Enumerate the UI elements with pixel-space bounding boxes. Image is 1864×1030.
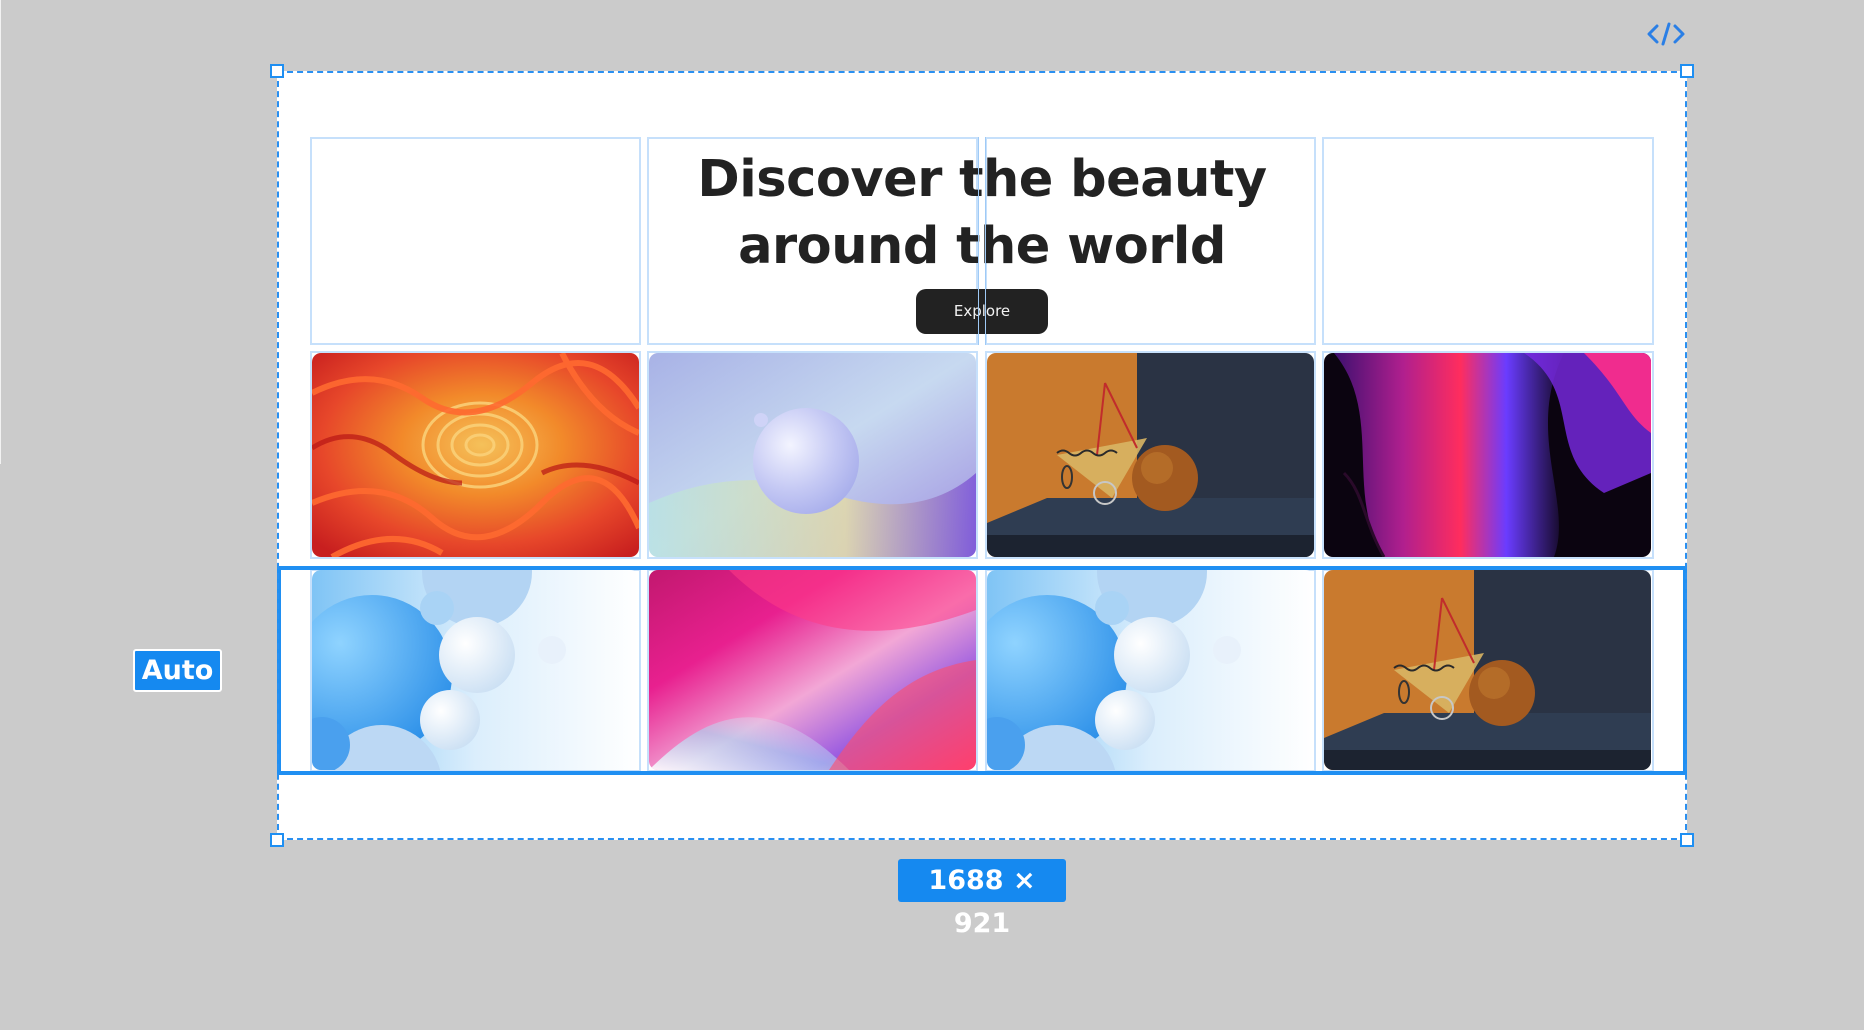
column-guide-line xyxy=(985,137,986,345)
hero-title-line-1: Discover the beauty xyxy=(697,150,1267,209)
hero-title-line-2: around the world xyxy=(738,217,1226,276)
gallery-image-pastel-spheres[interactable] xyxy=(649,353,976,557)
resize-handle-top-left[interactable] xyxy=(270,64,284,78)
column-guide-line xyxy=(978,137,979,345)
grid-cell-header-4 xyxy=(1322,137,1654,345)
frame-size-badge: 1688 × 921 xyxy=(898,859,1066,939)
gallery-image-blue-bubbles[interactable] xyxy=(987,570,1314,770)
gallery-image-3d-scene[interactable] xyxy=(987,353,1314,557)
gallery-image-3d-scene[interactable] xyxy=(1324,570,1651,770)
resize-handle-bottom-right[interactable] xyxy=(1680,833,1694,847)
resize-handle-bottom-left[interactable] xyxy=(270,833,284,847)
gallery-image-neon-shapes[interactable] xyxy=(1324,353,1651,557)
canvas-edge-line xyxy=(0,0,1,464)
resize-handle-top-right[interactable] xyxy=(1680,64,1694,78)
gallery-image-pink-gradient[interactable] xyxy=(649,570,976,770)
grid-cell-header-1 xyxy=(310,137,641,345)
gallery-image-orange-swirl[interactable] xyxy=(312,353,639,557)
hero-title: Discover the beauty around the world xyxy=(650,146,1314,280)
explore-button[interactable]: Explore xyxy=(916,289,1048,334)
gallery-image-blue-bubbles[interactable] xyxy=(312,570,639,770)
row-sizing-badge[interactable]: Auto xyxy=(133,649,222,692)
code-view-icon[interactable] xyxy=(1644,16,1688,52)
